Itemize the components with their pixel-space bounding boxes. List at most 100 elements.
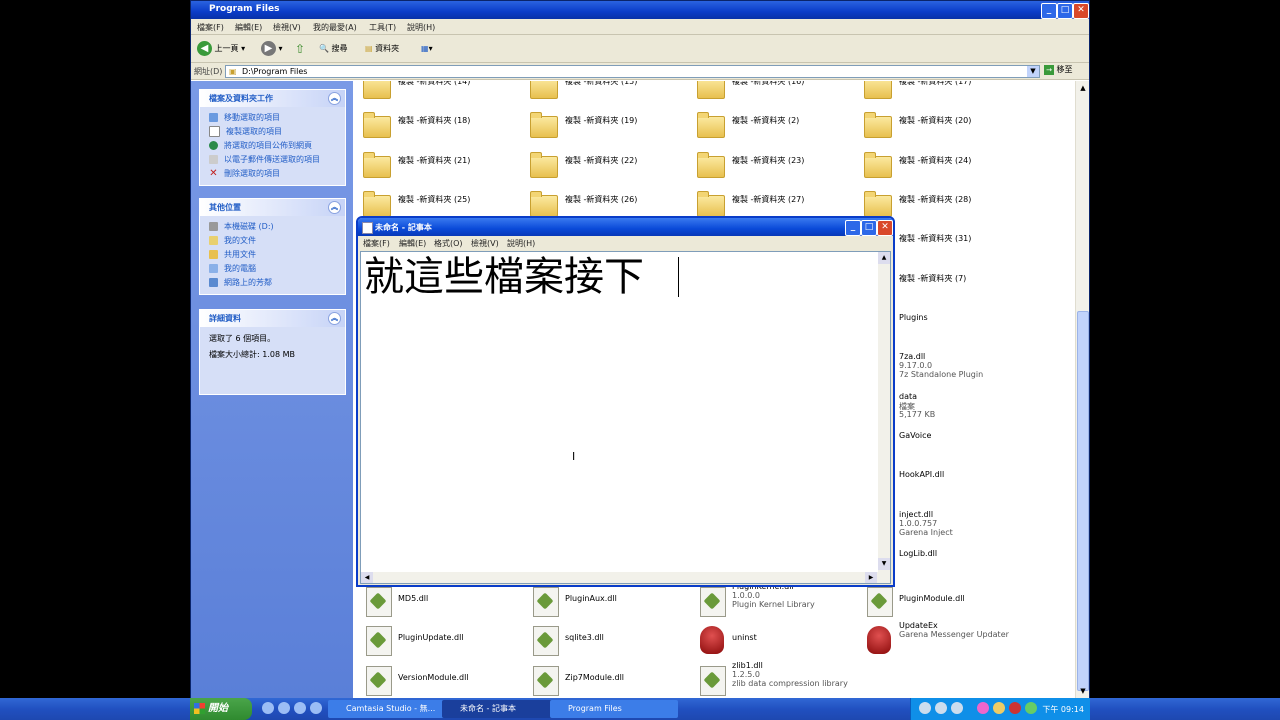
task-copy[interactable]: 複製選取的項目: [209, 125, 345, 139]
notepad-vertical-scrollbar[interactable]: ▲ ▼: [878, 252, 890, 572]
taskbar-task-camtasia[interactable]: Camtasia Studio - 無...: [328, 700, 456, 718]
folder-item[interactable]: 複製 -新資料夾 (20): [859, 110, 1019, 146]
place-local-disk[interactable]: 本機磁碟 (D:): [209, 220, 345, 234]
notepad-minimize-button[interactable]: _: [845, 220, 861, 236]
explorer-menu-bar: 檔案(F) 編輯(E) 檢視(V) 我的最愛(A) 工具(T) 說明(H): [191, 19, 1089, 35]
dll-file-icon: [867, 587, 893, 617]
menu-tools[interactable]: 工具(T): [369, 22, 396, 33]
collapse-chevron-icon[interactable]: ︽: [328, 201, 341, 214]
tray-icon[interactable]: [977, 702, 989, 714]
explorer-title: Program Files: [209, 4, 280, 14]
taskbar-task-notepad[interactable]: 未命名 - 記事本: [442, 700, 564, 718]
folder-item[interactable]: 複製 -新資料夾 (21): [358, 150, 518, 186]
menu-edit[interactable]: 編輯(E): [235, 22, 262, 33]
start-button[interactable]: 開始: [190, 698, 252, 720]
np-menu-edit[interactable]: 編輯(E): [399, 238, 426, 249]
notepad-title: 未命名 - 記事本: [375, 223, 432, 232]
taskbar-task-explorer[interactable]: Program Files: [550, 700, 678, 718]
file-name: Plugins: [899, 313, 928, 322]
folder-item[interactable]: 複製 -新資料夾 (14): [358, 81, 518, 107]
other-places-header[interactable]: 其他位置 ︽: [200, 199, 345, 216]
file-item[interactable]: UpdateEx Garena Messenger Updater: [859, 620, 1019, 656]
menu-favorites[interactable]: 我的最愛(A): [313, 22, 357, 33]
np-scroll-down-icon[interactable]: ▼: [878, 558, 890, 570]
np-menu-help[interactable]: 說明(H): [507, 238, 535, 249]
notepad-close-button[interactable]: ✕: [877, 220, 893, 236]
collapse-chevron-icon[interactable]: ︽: [328, 92, 341, 105]
task-email[interactable]: 以電子郵件傳送選取的項目: [209, 153, 345, 167]
address-input[interactable]: ▣ D:\Program Files ▼: [225, 65, 1040, 78]
folder-item[interactable]: 複製 -新資料夾 (24): [859, 150, 1019, 186]
file-item[interactable]: zlib1.dll 1.2.5.0 zlib data compression li…: [692, 660, 852, 696]
tray-icon[interactable]: [951, 702, 963, 714]
scroll-down-arrow-icon[interactable]: ▼: [1077, 684, 1089, 698]
place-shared-documents[interactable]: 共用文件: [209, 248, 345, 262]
file-item[interactable]: VersionModule.dll: [358, 660, 518, 696]
np-scroll-right-icon[interactable]: ▶: [865, 572, 877, 583]
folder-item[interactable]: 複製 -新資料夾 (22): [525, 150, 685, 186]
file-item[interactable]: PluginUpdate.dll: [358, 620, 518, 656]
back-button[interactable]: ◀ 上一頁 ▾: [197, 40, 245, 58]
collapse-chevron-icon[interactable]: ︽: [328, 312, 341, 325]
forward-button[interactable]: ▶ ▾: [261, 40, 283, 58]
file-item[interactable]: uninst: [692, 620, 852, 656]
tray-icon[interactable]: [935, 702, 947, 714]
go-button[interactable]: → 移至: [1044, 64, 1084, 79]
file-item[interactable]: sqlite3.dll: [525, 620, 685, 656]
quicklaunch-icon[interactable]: [278, 702, 290, 714]
folder-item[interactable]: 複製 -新資料夾 (16): [692, 81, 852, 107]
explorer-toolbar: ◀ 上一頁 ▾ ▶ ▾ ⇧ 🔍 搜尋 ▤ 資料夾 ▦▾: [191, 35, 1089, 63]
np-menu-file[interactable]: 檔案(F): [363, 238, 390, 249]
folder-label: 複製 -新資料夾 (21): [398, 156, 471, 165]
address-dropdown-icon[interactable]: ▼: [1027, 66, 1039, 77]
notepad-title-bar[interactable]: 未命名 - 記事本 _ □ ✕: [358, 218, 893, 236]
folder-item[interactable]: 複製 -新資料夾 (15): [525, 81, 685, 107]
task-move[interactable]: 移動選取的項目: [209, 111, 345, 125]
np-scroll-left-icon[interactable]: ◀: [361, 572, 373, 583]
scroll-thumb[interactable]: [1077, 311, 1089, 691]
tray-icon[interactable]: [919, 702, 931, 714]
scroll-up-arrow-icon[interactable]: ▲: [1077, 81, 1089, 95]
menu-help[interactable]: 說明(H): [407, 22, 435, 33]
folder-item[interactable]: 複製 -新資料夾 (17): [859, 81, 1019, 107]
details-header[interactable]: 詳細資料 ︽: [200, 310, 345, 327]
place-my-computer[interactable]: 我的電腦: [209, 262, 345, 276]
notepad-maximize-button[interactable]: □: [861, 220, 877, 236]
tray-icon[interactable]: [1025, 702, 1037, 714]
search-button[interactable]: 🔍 搜尋: [319, 40, 348, 58]
explorer-vertical-scrollbar[interactable]: ▲ ▼: [1075, 81, 1089, 698]
folder-label: 複製 -新資料夾 (14): [398, 81, 471, 86]
folders-button[interactable]: ▤ 資料夾: [365, 40, 399, 58]
file-item[interactable]: Zip7Module.dll: [525, 660, 685, 696]
task-publish[interactable]: 將選取的項目公佈到網頁: [209, 139, 345, 153]
folder-item[interactable]: 複製 -新資料夾 (2): [692, 110, 852, 146]
maximize-button[interactable]: □: [1057, 3, 1073, 19]
up-folder-button[interactable]: ⇧: [295, 40, 305, 58]
quicklaunch-icon[interactable]: [294, 702, 306, 714]
file-name: VersionModule.dll: [398, 673, 469, 682]
notepad-text-area[interactable]: 就這些檔案接下 ▲ ▼ ◀ ▶: [360, 251, 891, 584]
tray-icon[interactable]: [993, 702, 1005, 714]
place-network[interactable]: 網路上的芳鄰: [209, 276, 345, 290]
place-my-documents[interactable]: 我的文件: [209, 234, 345, 248]
menu-file[interactable]: 檔案(F): [197, 22, 224, 33]
quicklaunch-icon[interactable]: [262, 702, 274, 714]
folder-item[interactable]: 複製 -新資料夾 (18): [358, 110, 518, 146]
folder-item[interactable]: 複製 -新資料夾 (19): [525, 110, 685, 146]
file-tasks-header[interactable]: 檔案及資料夾工作 ︽: [200, 90, 345, 107]
folder-item[interactable]: 複製 -新資料夾 (23): [692, 150, 852, 186]
views-button[interactable]: ▦▾: [421, 40, 433, 58]
quicklaunch-icon[interactable]: [310, 702, 322, 714]
task-delete[interactable]: ✕ 刪除選取的項目: [209, 167, 345, 181]
minimize-button[interactable]: _: [1041, 3, 1057, 19]
dll-file-icon: [700, 587, 726, 617]
explorer-title-bar[interactable]: Program Files _ □ ✕: [191, 1, 1089, 19]
close-button[interactable]: ✕: [1073, 3, 1089, 19]
np-menu-format[interactable]: 格式(O): [434, 238, 463, 249]
np-scroll-up-icon[interactable]: ▲: [878, 252, 890, 264]
notepad-horizontal-scrollbar[interactable]: ◀ ▶: [361, 572, 890, 583]
np-menu-view[interactable]: 檢視(V): [471, 238, 499, 249]
menu-view[interactable]: 檢視(V): [273, 22, 301, 33]
tray-icon[interactable]: [1009, 702, 1021, 714]
mouse-ibeam-cursor-icon: I: [572, 450, 576, 463]
